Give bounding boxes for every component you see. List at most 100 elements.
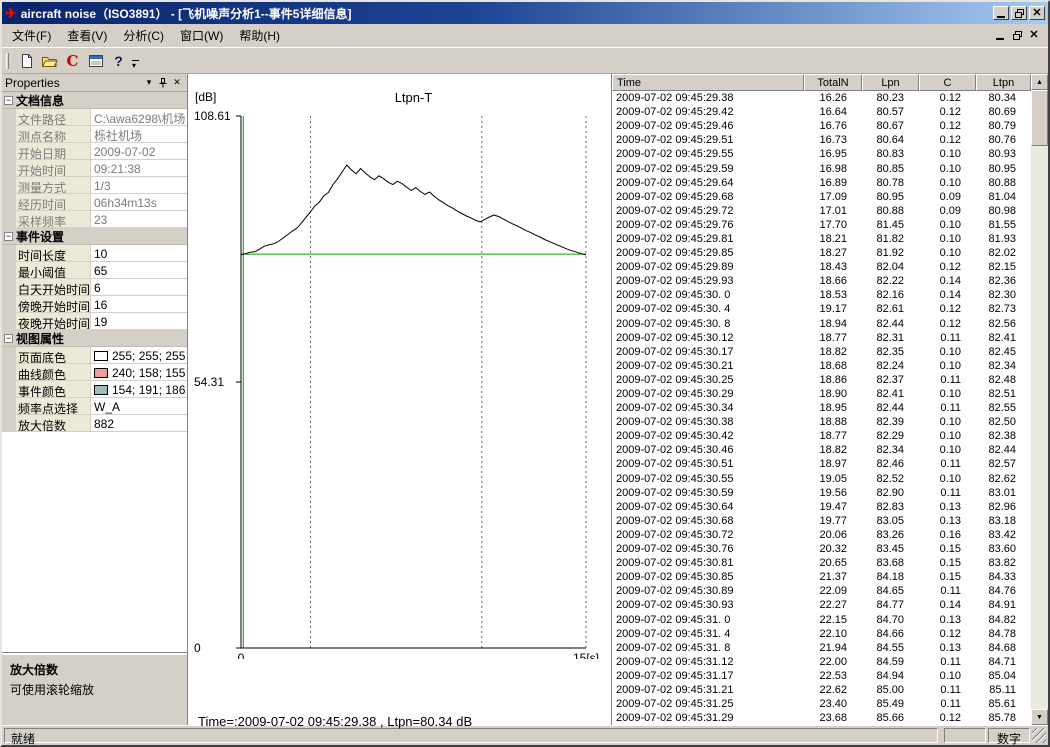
table-row[interactable]: 2009-07-02 09:45:31.2122.6285.000.1185.1… (612, 683, 1031, 697)
table-row[interactable]: 2009-07-02 09:45:30.8521.3784.180.1584.3… (612, 570, 1031, 584)
menu-item-help[interactable]: 帮助(H) (231, 23, 288, 48)
table-row[interactable]: 2009-07-02 09:45:31. 821.9484.550.1384.6… (612, 641, 1031, 655)
property-value[interactable]: 1/3 (90, 177, 187, 194)
table-row[interactable]: 2009-07-02 09:45:30.2118.6882.240.1082.3… (612, 359, 1031, 373)
column-header-time[interactable]: Time (612, 74, 804, 91)
panel-close-icon[interactable]: ✕ (170, 76, 184, 90)
table-row[interactable]: 2009-07-02 09:45:30.1718.8282.350.1082.4… (612, 345, 1031, 359)
toolbar-grip-handle[interactable] (6, 53, 9, 69)
table-row[interactable]: 2009-07-02 09:45:30.3818.8882.390.1082.5… (612, 415, 1031, 429)
property-value[interactable]: W_A (90, 398, 187, 415)
table-row[interactable]: 2009-07-02 09:45:30.4218.7782.290.1082.3… (612, 429, 1031, 443)
scrollbar-thumb[interactable] (1031, 90, 1048, 146)
property-value[interactable]: 16 (90, 296, 187, 313)
table-row[interactable]: 2009-07-02 09:45:30.5919.5682.900.1183.0… (612, 486, 1031, 500)
property-section-header[interactable]: −视图属性 (2, 330, 187, 347)
collapse-minus-icon[interactable]: − (4, 232, 13, 241)
new-document-button[interactable] (15, 50, 38, 72)
table-row[interactable]: 2009-07-02 09:45:31.2923.6885.660.1285.7… (612, 711, 1031, 725)
table-row[interactable]: 2009-07-02 09:45:30.7620.3283.450.1583.6… (612, 542, 1031, 556)
property-value[interactable]: 255; 255; 255 (90, 347, 187, 364)
table-row[interactable]: 2009-07-02 09:45:31. 422.1084.660.1284.7… (612, 627, 1031, 641)
table-row[interactable]: 2009-07-02 09:45:29.8118.2181.820.1081.9… (612, 232, 1031, 246)
chart-canvas[interactable]: 054.31108.61015[s] (188, 74, 612, 659)
property-value[interactable]: 19 (90, 313, 187, 330)
calibration-button[interactable]: C (61, 50, 84, 72)
table-row[interactable]: 2009-07-02 09:45:31.1222.0084.590.1184.7… (612, 655, 1031, 669)
table-row[interactable]: 2009-07-02 09:45:31.1722.5384.940.1085.0… (612, 669, 1031, 683)
collapse-minus-icon[interactable]: − (4, 96, 13, 105)
table-row[interactable]: 2009-07-02 09:45:31. 022.1584.700.1384.8… (612, 612, 1031, 626)
resize-grip[interactable] (1032, 728, 1046, 743)
mdi-close-button[interactable]: ✕ (1026, 29, 1042, 43)
table-row[interactable]: 2009-07-02 09:45:29.4216.6480.570.1280.6… (612, 105, 1031, 119)
property-value[interactable]: C:\awa6298\机场 (90, 109, 187, 126)
property-section-header[interactable]: −文档信息 (2, 92, 187, 109)
property-value[interactable]: 09:21:38 (90, 160, 187, 177)
table-row[interactable]: 2009-07-02 09:45:29.6416.8980.780.1080.8… (612, 176, 1031, 190)
table-row[interactable]: 2009-07-02 09:45:29.8518.2781.920.1082.0… (612, 246, 1031, 260)
table-row[interactable]: 2009-07-02 09:45:29.7617.7081.450.1081.5… (612, 218, 1031, 232)
column-header-totaln[interactable]: TotalN (804, 74, 862, 91)
property-value[interactable]: 10 (90, 245, 187, 262)
table-row[interactable]: 2009-07-02 09:45:30.1218.7782.310.1182.4… (612, 331, 1031, 345)
properties-button[interactable] (84, 50, 107, 72)
table-row[interactable]: 2009-07-02 09:45:31.2523.4085.490.1185.6… (612, 697, 1031, 711)
property-value[interactable]: 154; 191; 186 (90, 381, 187, 398)
table-row[interactable]: 2009-07-02 09:45:29.7217.0180.880.0980.9… (612, 204, 1031, 218)
table-row[interactable]: 2009-07-02 09:45:30.8120.6583.680.1583.8… (612, 556, 1031, 570)
table-row[interactable]: 2009-07-02 09:45:30.5519.0582.520.1082.6… (612, 472, 1031, 486)
table-row[interactable]: 2009-07-02 09:45:29.3816.2680.230.1280.3… (612, 91, 1031, 105)
menu-item-view[interactable]: 查看(V) (59, 23, 115, 48)
property-value[interactable]: 23 (90, 211, 187, 228)
table-row[interactable]: 2009-07-02 09:45:29.5116.7380.640.1280.7… (612, 133, 1031, 147)
close-button[interactable]: ✕ (1029, 6, 1045, 20)
property-value[interactable]: 240; 158; 155 (90, 364, 187, 381)
collapse-minus-icon[interactable]: − (4, 334, 13, 343)
menu-item-file[interactable]: 文件(F) (4, 23, 59, 48)
property-value[interactable]: 882 (90, 415, 187, 432)
table-row[interactable]: 2009-07-02 09:45:30.2918.9082.410.1082.5… (612, 387, 1031, 401)
table-row[interactable]: 2009-07-02 09:45:29.9318.6682.220.1482.3… (612, 274, 1031, 288)
vertical-scrollbar[interactable]: ▲ ▼ (1031, 74, 1048, 725)
table-row[interactable]: 2009-07-02 09:45:30.3418.9582.440.1182.5… (612, 401, 1031, 415)
table-row[interactable]: 2009-07-02 09:45:30. 018.5382.160.1482.3… (612, 288, 1031, 302)
property-value[interactable]: 2009-07-02 (90, 143, 187, 160)
mdi-minimize-button[interactable] (992, 29, 1008, 43)
column-header-ltpn[interactable]: Ltpn (976, 74, 1031, 91)
scrollbar-track[interactable] (1031, 90, 1048, 709)
column-header-c[interactable]: C (919, 74, 976, 91)
property-value[interactable]: 65 (90, 262, 187, 279)
minimize-button[interactable] (993, 6, 1009, 20)
table-row[interactable]: 2009-07-02 09:45:30.2518.8682.370.1182.4… (612, 373, 1031, 387)
property-value[interactable]: 栎社机场 (90, 126, 187, 143)
table-row[interactable]: 2009-07-02 09:45:30.4618.8282.340.1082.4… (612, 443, 1031, 457)
menu-item-analysis[interactable]: 分析(C) (115, 23, 172, 48)
table-row[interactable]: 2009-07-02 09:45:30.6819.7783.050.1383.1… (612, 514, 1031, 528)
mdi-restore-button[interactable] (1009, 29, 1025, 43)
help-button[interactable]: ? (107, 50, 130, 72)
scroll-down-arrow-icon[interactable]: ▼ (1031, 709, 1048, 725)
table-row[interactable]: 2009-07-02 09:45:29.8918.4382.040.1282.1… (612, 260, 1031, 274)
restore-button[interactable] (1011, 6, 1027, 20)
property-value[interactable]: 06h34m13s (90, 194, 187, 211)
chevron-down-icon[interactable]: ▾ (142, 76, 156, 90)
table-row[interactable]: 2009-07-02 09:45:30.7220.0683.260.1683.4… (612, 528, 1031, 542)
column-header-lpn[interactable]: Lpn (862, 74, 919, 91)
table-row[interactable]: 2009-07-02 09:45:29.5916.9880.850.1080.9… (612, 161, 1031, 175)
menu-item-window[interactable]: 窗口(W) (172, 23, 231, 48)
table-row[interactable]: 2009-07-02 09:45:30.6419.4782.830.1382.9… (612, 500, 1031, 514)
table-row[interactable]: 2009-07-02 09:45:29.6817.0980.950.0981.0… (612, 190, 1031, 204)
table-row[interactable]: 2009-07-02 09:45:30.9322.2784.770.1484.9… (612, 598, 1031, 612)
open-file-button[interactable] (38, 50, 61, 72)
property-value[interactable]: 6 (90, 279, 187, 296)
table-row[interactable]: 2009-07-02 09:45:30.5118.9782.460.1182.5… (612, 457, 1031, 471)
toolbar-overflow-chevron-icon[interactable]: ▾ (132, 52, 139, 70)
scroll-up-arrow-icon[interactable]: ▲ (1031, 74, 1048, 90)
table-row[interactable]: 2009-07-02 09:45:29.5516.9580.830.1080.9… (612, 147, 1031, 161)
pin-icon[interactable] (156, 76, 170, 90)
table-row[interactable]: 2009-07-02 09:45:29.4616.7680.670.1280.7… (612, 119, 1031, 133)
table-row[interactable]: 2009-07-02 09:45:30. 419.1782.610.1282.7… (612, 302, 1031, 316)
table-row[interactable]: 2009-07-02 09:45:30.8922.0984.650.1184.7… (612, 584, 1031, 598)
table-row[interactable]: 2009-07-02 09:45:30. 818.9482.440.1282.5… (612, 317, 1031, 331)
